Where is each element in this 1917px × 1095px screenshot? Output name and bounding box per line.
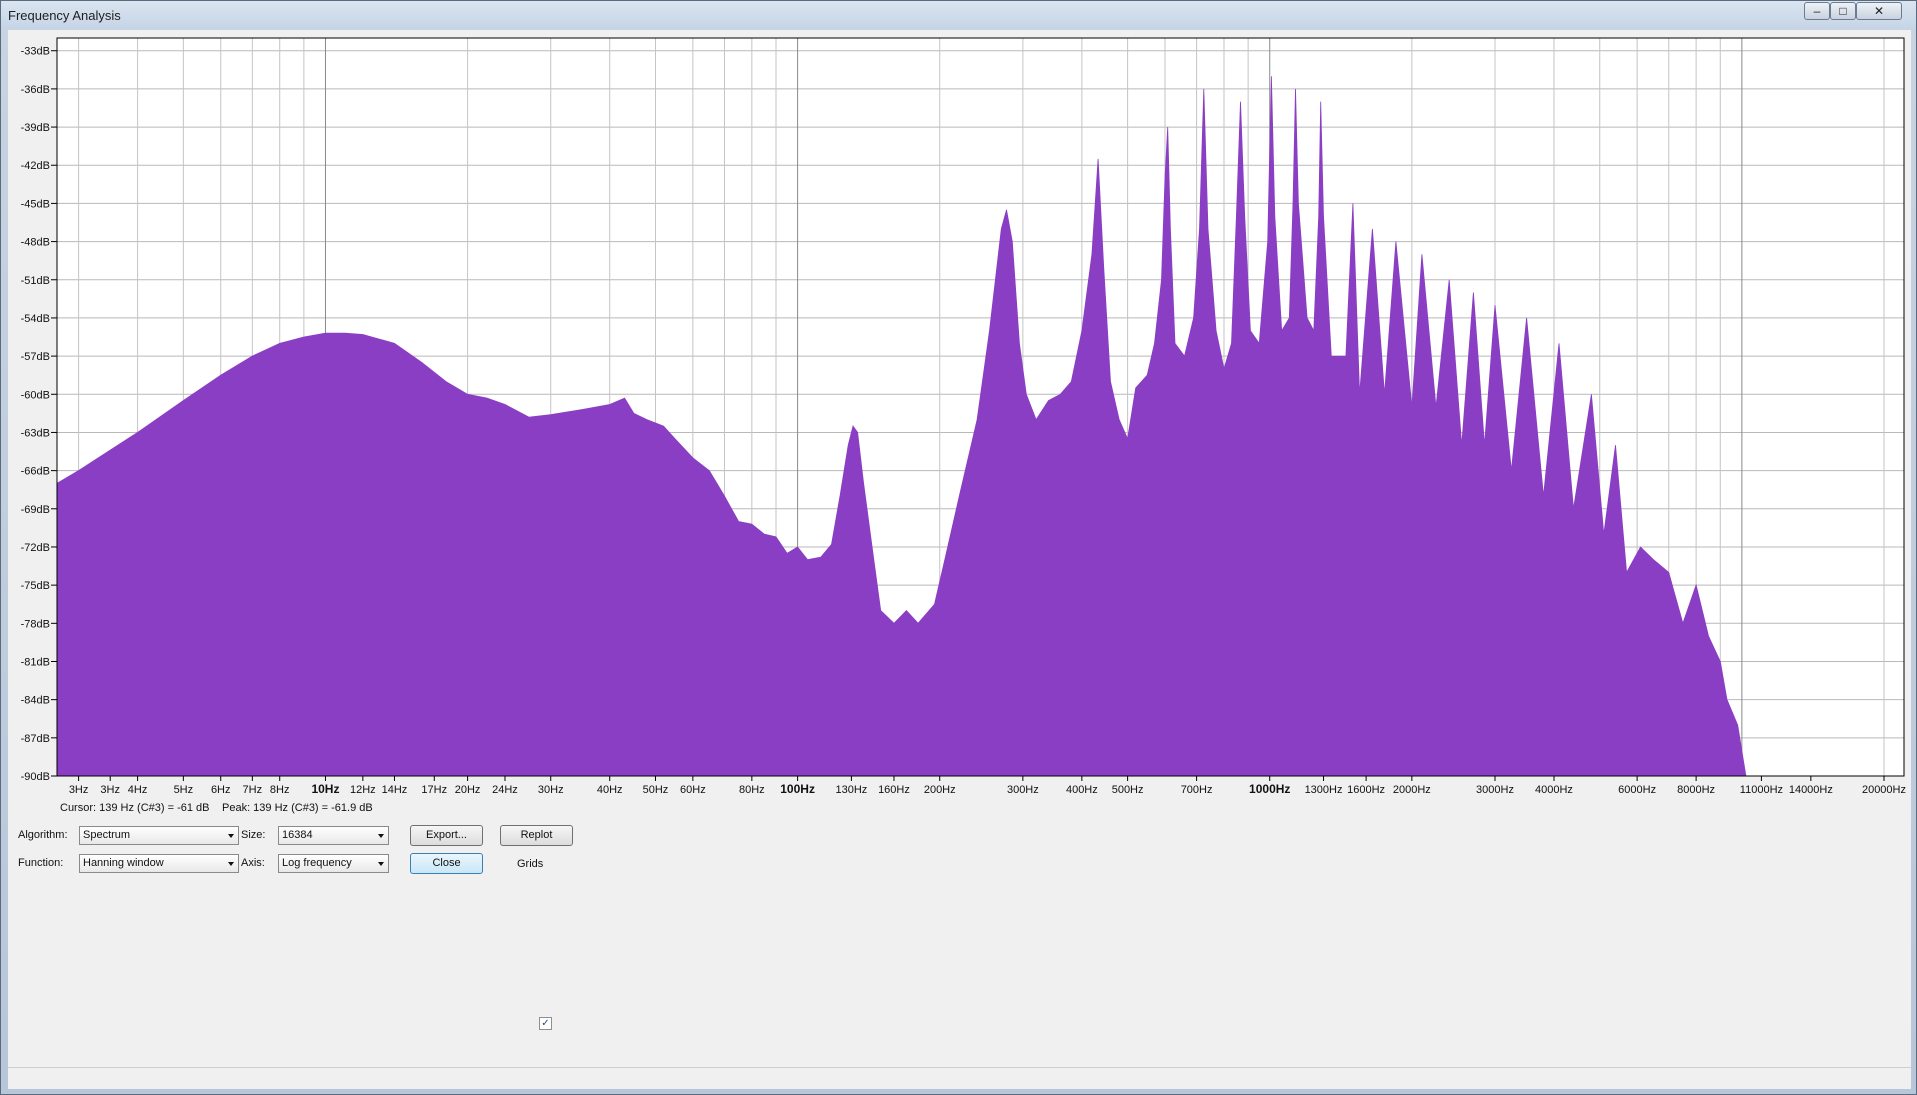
y-tick-label: -39dB [21, 122, 50, 134]
x-tick-label: 1000Hz [1249, 782, 1290, 796]
y-tick-label: -72dB [21, 542, 50, 554]
size-value: 16384 [282, 829, 313, 841]
x-tick-label: 40Hz [597, 784, 623, 796]
chevron-down-icon [378, 862, 384, 866]
grids-checkbox[interactable]: ✓ [539, 1017, 552, 1030]
y-tick-label: -87dB [21, 733, 50, 745]
x-tick-label: 5Hz [174, 784, 194, 796]
x-tick-label: 200Hz [924, 784, 956, 796]
x-tick-label: 3Hz [100, 784, 120, 796]
minimize-icon: ‒ [1813, 4, 1821, 18]
x-tick-label: 14Hz [382, 784, 408, 796]
x-tick-label: 10Hz [311, 782, 339, 796]
title-bar[interactable]: Frequency Analysis ‒ □ ✕ [1, 1, 1916, 29]
y-tick-label: -63dB [21, 427, 50, 439]
x-tick-label: 160Hz [878, 784, 910, 796]
x-tick-label: 6Hz [211, 784, 231, 796]
close-button[interactable]: Close [410, 853, 483, 874]
check-icon: ✓ [541, 1018, 550, 1029]
x-tick-label: 300Hz [1007, 784, 1039, 796]
x-tick-label: 8000Hz [1677, 784, 1715, 796]
cursor-readout: Cursor: 139 Hz (C#3) = -61 dB [60, 802, 210, 814]
algorithm-label: Algorithm: [18, 829, 68, 841]
x-tick-label: 130Hz [836, 784, 868, 796]
x-tick-label: 3000Hz [1476, 784, 1514, 796]
chevron-down-icon [378, 834, 384, 838]
x-tick-label: 700Hz [1181, 784, 1213, 796]
chevron-down-icon [228, 834, 234, 838]
axis-label: Axis: [241, 857, 265, 869]
function-value: Hanning window [83, 857, 164, 869]
x-tick-label: 60Hz [680, 784, 706, 796]
window-title: Frequency Analysis [8, 8, 121, 23]
x-tick-label: 24Hz [492, 784, 518, 796]
y-tick-label: -66dB [21, 466, 50, 478]
y-tick-label: -84dB [21, 695, 50, 707]
x-tick-label: 17Hz [421, 784, 447, 796]
frequency-analysis-window: Frequency Analysis ‒ □ ✕ -33dB -36dB -39dB… [0, 0, 1917, 1095]
algorithm-value: Spectrum [83, 829, 131, 841]
x-tick-label: 3Hz [69, 784, 89, 796]
close-icon: ✕ [1873, 4, 1885, 18]
x-tick-label: 12Hz [350, 784, 376, 796]
x-tick-label: 14000Hz [1789, 784, 1833, 796]
y-tick-label: -57dB [21, 351, 50, 363]
y-tick-label: -48dB [21, 237, 50, 249]
y-tick-label: -81dB [21, 656, 50, 668]
function-label: Function: [18, 857, 64, 869]
x-tick-label: 4Hz [128, 784, 148, 796]
export-button[interactable]: Export... [410, 825, 483, 846]
x-tick-label: 6000Hz [1618, 784, 1656, 796]
minimize-button[interactable]: ‒ [1804, 2, 1830, 20]
y-tick-label: -33dB [21, 46, 50, 58]
x-tick-label: 30Hz [538, 784, 564, 796]
maximize-button[interactable]: □ [1830, 2, 1856, 20]
y-tick-label: -42dB [21, 160, 50, 172]
x-tick-label: 7Hz [243, 784, 263, 796]
x-tick-label: 2000Hz [1393, 784, 1431, 796]
size-label: Size: [241, 829, 266, 841]
y-tick-label: -69dB [21, 504, 50, 516]
x-tick-label: 50Hz [643, 784, 669, 796]
y-tick-label: -45dB [21, 198, 50, 210]
x-tick-label: 11000Hz [1740, 784, 1783, 796]
y-tick-label: -78dB [21, 618, 50, 630]
status-bar [8, 1067, 1911, 1089]
y-tick-label: -51dB [21, 275, 50, 287]
size-select[interactable]: 16384 [278, 826, 389, 845]
y-tick-label: -36dB [21, 84, 50, 96]
chevron-down-icon [228, 862, 234, 866]
spectrum-plot[interactable]: -33dB -36dB -39dB -42dB -45dB -48dB -51dB -54dB… [8, 30, 1911, 990]
x-tick-label: 20Hz [455, 784, 481, 796]
function-select[interactable]: Hanning window [79, 854, 239, 873]
x-tick-label: 100Hz [780, 782, 815, 796]
algorithm-select[interactable]: Spectrum [79, 826, 239, 845]
y-tick-label: -54dB [21, 313, 50, 325]
axis-select[interactable]: Log frequency [278, 854, 389, 873]
x-tick-label: 20000Hz [1862, 784, 1906, 796]
axis-value: Log frequency [282, 857, 352, 869]
close-window-button[interactable]: ✕ [1856, 2, 1902, 20]
x-tick-label: 1600Hz [1347, 784, 1385, 796]
x-tick-label: 1300Hz [1305, 784, 1343, 796]
dialog-client-area: -33dB -36dB -39dB -42dB -45dB -48dB -51dB -54dB… [8, 30, 1911, 1089]
peak-readout: Peak: 139 Hz (C#3) = -61.9 dB [222, 802, 373, 814]
x-tick-label: 400Hz [1066, 784, 1098, 796]
x-tick-label: 8Hz [270, 784, 290, 796]
y-tick-label: -75dB [21, 580, 50, 592]
y-tick-label: -90dB [21, 771, 50, 783]
replot-button[interactable]: Replot [500, 825, 573, 846]
y-tick-label: -60dB [21, 389, 50, 401]
x-tick-label: 500Hz [1112, 784, 1144, 796]
x-tick-label: 4000Hz [1535, 784, 1573, 796]
maximize-icon: □ [1839, 4, 1847, 18]
grids-label: Grids [517, 858, 544, 870]
x-tick-label: 80Hz [739, 784, 765, 796]
